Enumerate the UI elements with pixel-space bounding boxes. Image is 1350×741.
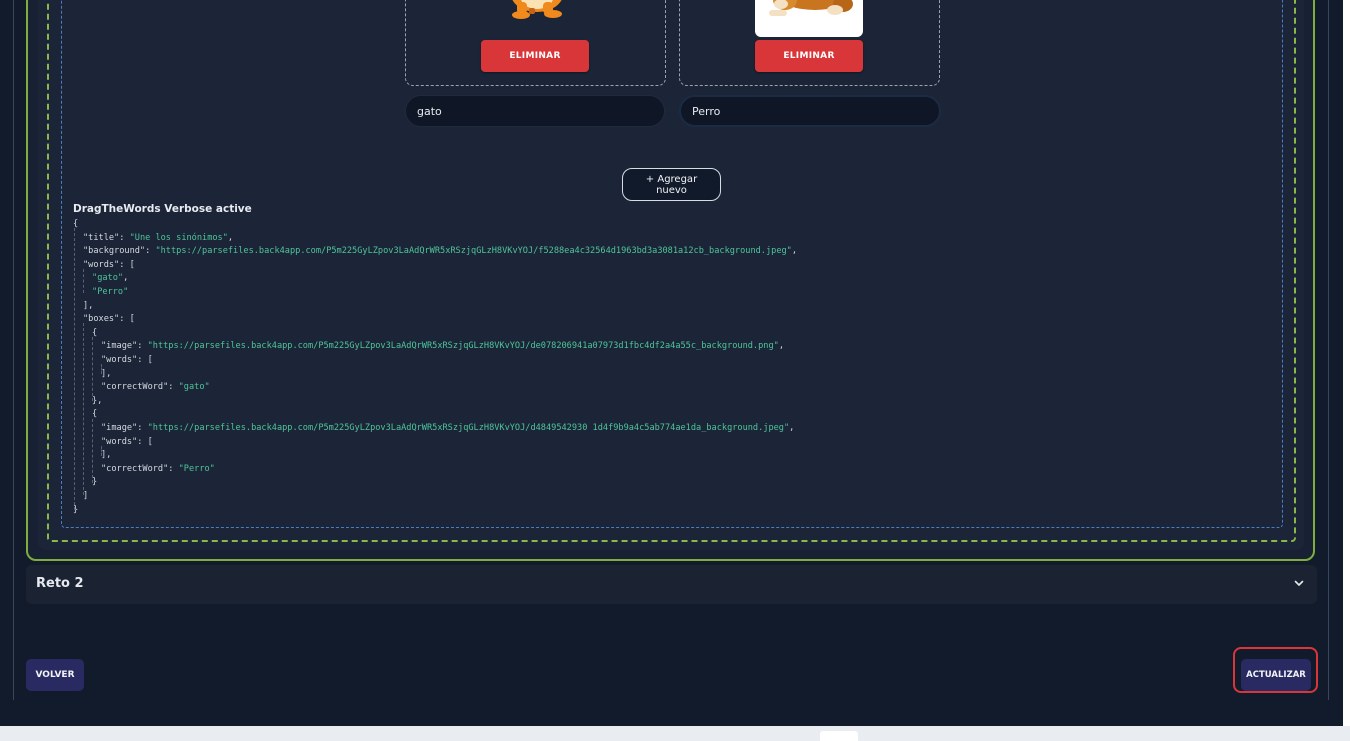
cat-illustration — [512, 0, 562, 19]
json-indent-guide — [74, 228, 75, 510]
json-line: "image": "https://parsefiles.back4app.co… — [101, 341, 785, 352]
json-line: "words": [ — [83, 259, 135, 270]
json-line: "correctWord": "Perro" — [101, 463, 215, 474]
taskbar-tab — [820, 731, 858, 741]
json-line: "boxes": [ — [83, 314, 135, 325]
scrollbar[interactable] — [1343, 0, 1350, 741]
json-line: "background": "https://parsefiles.back4a… — [83, 246, 798, 257]
json-line: ], — [101, 450, 112, 461]
json-line: "gato", — [92, 273, 129, 284]
json-line: }, — [92, 395, 103, 406]
json-background-value: https://parsefiles.back4app.com/P5m225Gy… — [160, 246, 787, 257]
json-line: "words": [ — [101, 436, 153, 447]
json-line: "correctWord": "gato" — [101, 382, 210, 393]
json-word-value: gato — [97, 273, 118, 284]
json-line: ], — [83, 300, 94, 311]
reto-2-title: Reto 2 — [36, 576, 84, 591]
delete-box-button[interactable]: ELIMINAR — [481, 40, 589, 72]
dog-illustration — [769, 0, 853, 16]
taskbar-strip — [0, 726, 1350, 741]
json-indent-guide — [92, 419, 93, 483]
json-indent-guide — [83, 323, 84, 495]
json-line: "title": "Une los sinónimos", — [83, 232, 234, 243]
json-line: "Perro" — [92, 287, 129, 297]
box-image-dog — [755, 0, 863, 37]
verbose-title: DragTheWords Verbose active — [73, 203, 252, 215]
json-line: { — [92, 327, 98, 338]
json-image-value: https://parsefiles.back4app.com/P5m225Gy… — [152, 423, 784, 433]
json-line: { — [92, 409, 98, 420]
word-input-perro[interactable] — [679, 95, 941, 127]
json-line: } — [73, 504, 79, 515]
json-line: "image": "https://parsefiles.back4app.co… — [101, 423, 795, 433]
json-line: ], — [101, 368, 112, 379]
json-correctword-value: gato — [183, 382, 205, 393]
json-indent-guide — [92, 337, 93, 401]
json-line: } — [92, 477, 98, 488]
json-line: { — [73, 219, 79, 229]
json-word-value: Perro — [97, 287, 124, 297]
divider — [13, 0, 14, 700]
chevron-down-icon[interactable] — [1293, 577, 1305, 589]
json-line: "words": [ — [101, 355, 153, 365]
app-window: ELIMINAR ELIMINAR + Agregar nuevo DragTh… — [0, 0, 1343, 726]
json-correctword-value: Perro — [183, 463, 210, 474]
json-image-value: https://parsefiles.back4app.com/P5m225Gy… — [152, 341, 774, 352]
box-image-cat — [481, 0, 589, 37]
json-indent-guide — [83, 269, 84, 293]
delete-box-button[interactable]: ELIMINAR — [755, 40, 863, 72]
back-button[interactable]: VOLVER — [26, 659, 84, 691]
divider — [1328, 0, 1329, 700]
json-line: ] — [83, 491, 89, 501]
update-button[interactable]: ACTUALIZAR — [1241, 659, 1311, 691]
reto-2-accordion[interactable]: Reto 2 — [26, 565, 1317, 604]
boxes-container — [61, 0, 1283, 528]
word-input-gato[interactable] — [405, 95, 665, 127]
add-new-button[interactable]: + Agregar nuevo — [622, 168, 721, 201]
json-title-value: Une los sinónimos — [134, 232, 223, 243]
